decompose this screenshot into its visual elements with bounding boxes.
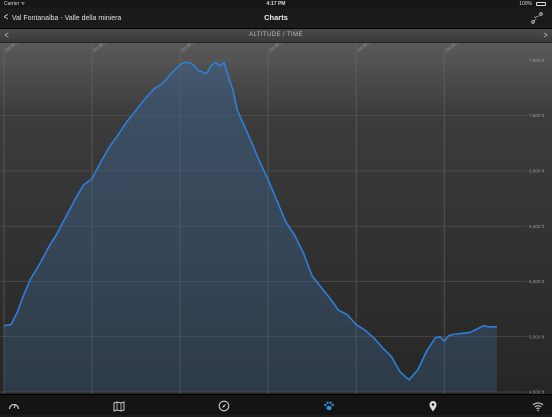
tab-compass[interactable] [218,399,230,412]
x-tick-label: 03:00:00 [269,43,286,53]
y-tick-label: 5,500 ft [529,279,545,284]
battery-percentage: 100% [519,1,532,7]
compass-icon [218,400,230,412]
y-tick-label: 7,000 ft [529,113,545,118]
tab-speedometer[interactable] [8,399,20,411]
tab-map[interactable] [113,399,125,412]
location-pin-icon [429,401,437,412]
y-tick-label: 6,500 ft [529,168,545,173]
tab-bar [0,394,552,415]
x-tick-label: 01:00:00 [92,43,109,53]
wifi-icon [532,402,544,412]
speedometer-icon [8,403,20,410]
altitude-chart[interactable]: 00:00:00 01:00:00 02:00:00 03:00:00 04:00:00… [0,43,552,394]
altitude-area-fill [4,62,497,392]
x-tick-label: 00:00:00 [4,43,21,53]
battery-icon [536,2,546,6]
y-tick-label: 6,000 ft [529,224,545,229]
x-tick-label: 04:00:00 [357,43,374,53]
x-tick-label: 02:00:00 [181,43,198,53]
tab-tracks[interactable] [323,399,335,411]
chart-title: ALTITUDE / TIME [249,32,303,38]
clock: 4:17 PM [266,1,286,7]
tab-wifi[interactable] [532,399,544,412]
navigation-bar: < Val Fontanalba - Valle della miniera C… [0,8,552,29]
route-icon[interactable] [530,11,544,25]
status-bar: Carrier ᯤ 4:17 PM 100% [0,0,552,8]
map-icon [113,401,125,412]
paw-icon [324,401,334,411]
x-tick-label: 05:00:00 [445,43,462,53]
y-tick-label: 7,500 ft [529,58,545,63]
y-tick-label: 5,000 ft [529,334,545,339]
chevron-right-icon[interactable]: > [543,30,547,40]
altitude-chart-svg: 00:00:00 01:00:00 02:00:00 03:00:00 04:00:00… [0,43,545,394]
chart-header: < ALTITUDE / TIME > [0,29,552,43]
page-title: Charts [264,13,288,22]
tab-location[interactable] [427,399,439,412]
